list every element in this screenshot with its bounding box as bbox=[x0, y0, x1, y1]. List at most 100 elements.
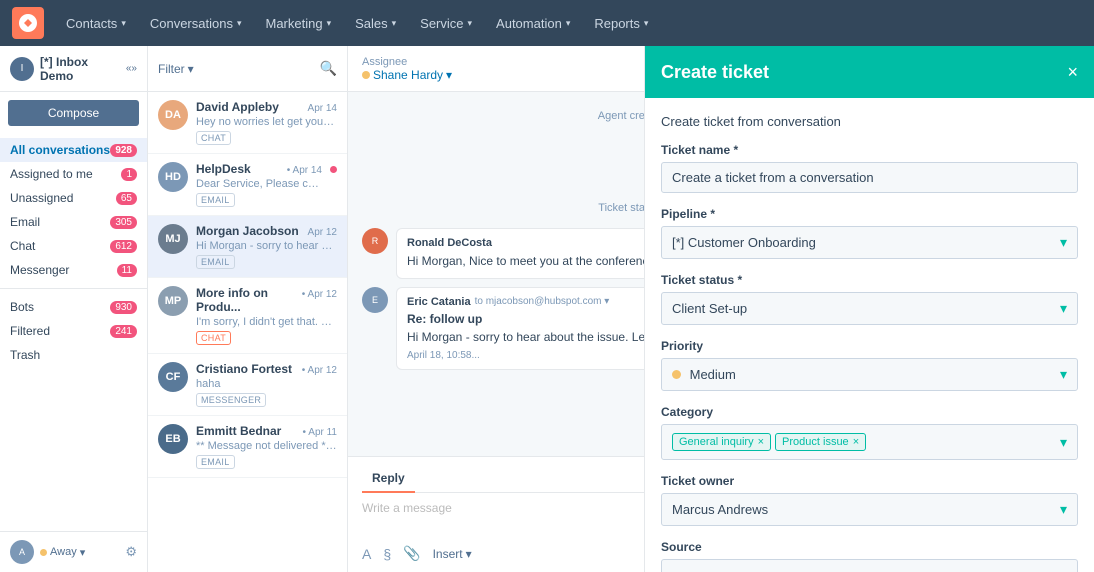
list-item[interactable]: EB Emmitt Bednar • Apr 11 ** Message not… bbox=[148, 416, 347, 478]
sidebar-item-filtered[interactable]: Filtered 241 bbox=[0, 319, 147, 343]
conversation-list: Filter ▾ 🔍 DA David Appleby Apr 14 Hey n… bbox=[148, 46, 348, 572]
nav-item-contacts[interactable]: Contacts▾ bbox=[56, 0, 136, 46]
conv-name: Morgan Jacobson bbox=[196, 224, 299, 238]
conv-preview: haha bbox=[196, 378, 337, 390]
nav-item-conversations[interactable]: Conversations▾ bbox=[140, 0, 252, 46]
tab-reply[interactable]: Reply bbox=[362, 467, 415, 493]
conv-name: Emmitt Bednar bbox=[196, 424, 281, 438]
list-item[interactable]: HD HelpDesk • Apr 14 Dear Service, Pleas… bbox=[148, 154, 347, 216]
conv-date: Apr 12 bbox=[308, 227, 337, 238]
sidebar-item-unassigned[interactable]: Unassigned 65 bbox=[0, 186, 147, 210]
settings-icon[interactable]: ⚙ bbox=[125, 544, 137, 560]
nav-badge: 1 bbox=[121, 168, 137, 181]
nav-badge: 11 bbox=[117, 264, 137, 277]
nav-item-marketing[interactable]: Marketing▾ bbox=[255, 0, 341, 46]
conv-name: HelpDesk bbox=[196, 162, 251, 176]
source-group: Source ▾ bbox=[661, 540, 1078, 572]
list-item[interactable]: MJ Morgan Jacobson Apr 12 Hi Morgan - so… bbox=[148, 216, 347, 278]
text-format-icon[interactable]: A bbox=[362, 546, 371, 562]
conv-tag: MESSENGER bbox=[196, 393, 266, 407]
source-label: Source bbox=[661, 540, 1078, 554]
nav-label: Email bbox=[10, 215, 110, 229]
pipeline-select[interactable]: [*] Customer Onboarding ▾ bbox=[661, 226, 1078, 259]
source-select[interactable]: ▾ bbox=[661, 559, 1078, 572]
top-nav: Contacts▾ Conversations▾ Marketing▾ Sale… bbox=[0, 0, 1094, 46]
avatar: HD bbox=[158, 162, 188, 192]
category-group: Category General inquiry × Product issue… bbox=[661, 405, 1078, 460]
away-label: Away bbox=[50, 546, 77, 558]
chevron-down-icon: ▾ bbox=[1060, 501, 1067, 518]
conv-name: More info on Produ... bbox=[196, 286, 302, 314]
conv-preview: Hi Morgan - sorry to hear about th... bbox=[196, 240, 337, 252]
paperclip-icon[interactable]: 📎 bbox=[403, 545, 420, 562]
priority-label: Priority bbox=[661, 339, 1078, 353]
nav-label: Trash bbox=[10, 348, 137, 362]
list-item[interactable]: DA David Appleby Apr 14 Hey no worries l… bbox=[148, 92, 347, 154]
conv-date: • Apr 11 bbox=[303, 427, 337, 438]
conv-tag: CHAT bbox=[196, 331, 231, 345]
conv-preview: Dear Service, Please change your... bbox=[196, 178, 322, 190]
ticket-owner-select[interactable]: Marcus Andrews ▾ bbox=[661, 493, 1078, 526]
nav-item-automation[interactable]: Automation▾ bbox=[486, 0, 580, 46]
nav-badge: 928 bbox=[110, 144, 137, 157]
priority-select[interactable]: Medium ▾ bbox=[661, 358, 1078, 391]
filter-chevron-icon: ▾ bbox=[188, 62, 194, 76]
avatar: I bbox=[10, 57, 34, 81]
conv-preview: I'm sorry, I didn't get that. Try aga... bbox=[196, 316, 337, 328]
tag-remove-icon[interactable]: × bbox=[853, 436, 859, 448]
avatar: EB bbox=[158, 424, 188, 454]
list-item[interactable]: MP More info on Produ... • Apr 12 I'm so… bbox=[148, 278, 347, 354]
chevron-down-icon: ▾ bbox=[1060, 300, 1067, 317]
nav-item-sales[interactable]: Sales▾ bbox=[345, 0, 406, 46]
nav-item-service[interactable]: Service▾ bbox=[410, 0, 482, 46]
search-icon[interactable]: 🔍 bbox=[320, 60, 337, 77]
left-sidebar: I [*] Inbox Demo «» Compose All conversa… bbox=[0, 46, 148, 572]
modal-close-button[interactable]: × bbox=[1067, 62, 1078, 83]
category-select[interactable]: General inquiry × Product issue × ▾ bbox=[661, 424, 1078, 460]
tag-general-inquiry: General inquiry × bbox=[672, 433, 771, 451]
list-item[interactable]: CF Cristiano Fortest • Apr 12 haha MESSE… bbox=[148, 354, 347, 416]
nav-badge: 241 bbox=[110, 325, 137, 338]
conv-tag: EMAIL bbox=[196, 455, 235, 469]
insert-button[interactable]: Insert ▾ bbox=[433, 547, 472, 561]
conv-date: • Apr 14 bbox=[287, 165, 322, 176]
ticket-status-select[interactable]: Client Set-up ▾ bbox=[661, 292, 1078, 325]
sidebar-item-email[interactable]: Email 305 bbox=[0, 210, 147, 234]
filter-button[interactable]: Filter ▾ bbox=[158, 62, 314, 76]
tag-remove-icon[interactable]: × bbox=[758, 436, 764, 448]
attach-icon[interactable]: § bbox=[383, 546, 391, 562]
nav-logo[interactable] bbox=[12, 7, 44, 39]
unread-indicator bbox=[330, 166, 337, 173]
conv-date: Apr 14 bbox=[308, 103, 337, 114]
nav-badge: 65 bbox=[116, 192, 137, 205]
nav-label: Chat bbox=[10, 239, 110, 253]
chevron-down-icon: ▾ bbox=[1060, 366, 1067, 383]
assignee-name[interactable]: Shane Hardy ▾ bbox=[362, 68, 452, 82]
nav-item-reports[interactable]: Reports▾ bbox=[584, 0, 658, 46]
compose-button[interactable]: Compose bbox=[8, 100, 139, 126]
conv-date: • Apr 12 bbox=[302, 365, 337, 376]
sidebar-item-trash[interactable]: Trash bbox=[0, 343, 147, 367]
sidebar-item-messenger[interactable]: Messenger 11 bbox=[0, 258, 147, 282]
sidebar-item-assigned[interactable]: Assigned to me 1 bbox=[0, 162, 147, 186]
conv-name: David Appleby bbox=[196, 100, 279, 114]
assignee-dot-icon bbox=[362, 71, 370, 79]
nav-label: Bots bbox=[10, 300, 110, 314]
priority-dot-icon bbox=[672, 370, 681, 379]
away-status[interactable]: Away ▾ bbox=[40, 546, 85, 559]
conv-preview: Hey no worries let get you in cont... bbox=[196, 116, 337, 128]
sidebar-item-chat[interactable]: Chat 612 bbox=[0, 234, 147, 258]
inbox-title: [*] Inbox Demo bbox=[40, 55, 120, 83]
conv-tag: EMAIL bbox=[196, 193, 235, 207]
sidebar-item-bots[interactable]: Bots 930 bbox=[0, 295, 147, 319]
pipeline-label: Pipeline * bbox=[661, 207, 1078, 221]
nav-label: All conversations bbox=[10, 143, 110, 157]
inbox-chevrons-icon: «» bbox=[126, 63, 137, 74]
sidebar-item-all-conversations[interactable]: All conversations 928 bbox=[0, 138, 147, 162]
avatar: E bbox=[362, 287, 388, 313]
ticket-name-input[interactable] bbox=[661, 162, 1078, 193]
ticket-status-group: Ticket status * Client Set-up ▾ bbox=[661, 273, 1078, 325]
inbox-header[interactable]: I [*] Inbox Demo «» bbox=[0, 46, 147, 92]
avatar: CF bbox=[158, 362, 188, 392]
modal-subtitle: Create ticket from conversation bbox=[661, 114, 1078, 129]
